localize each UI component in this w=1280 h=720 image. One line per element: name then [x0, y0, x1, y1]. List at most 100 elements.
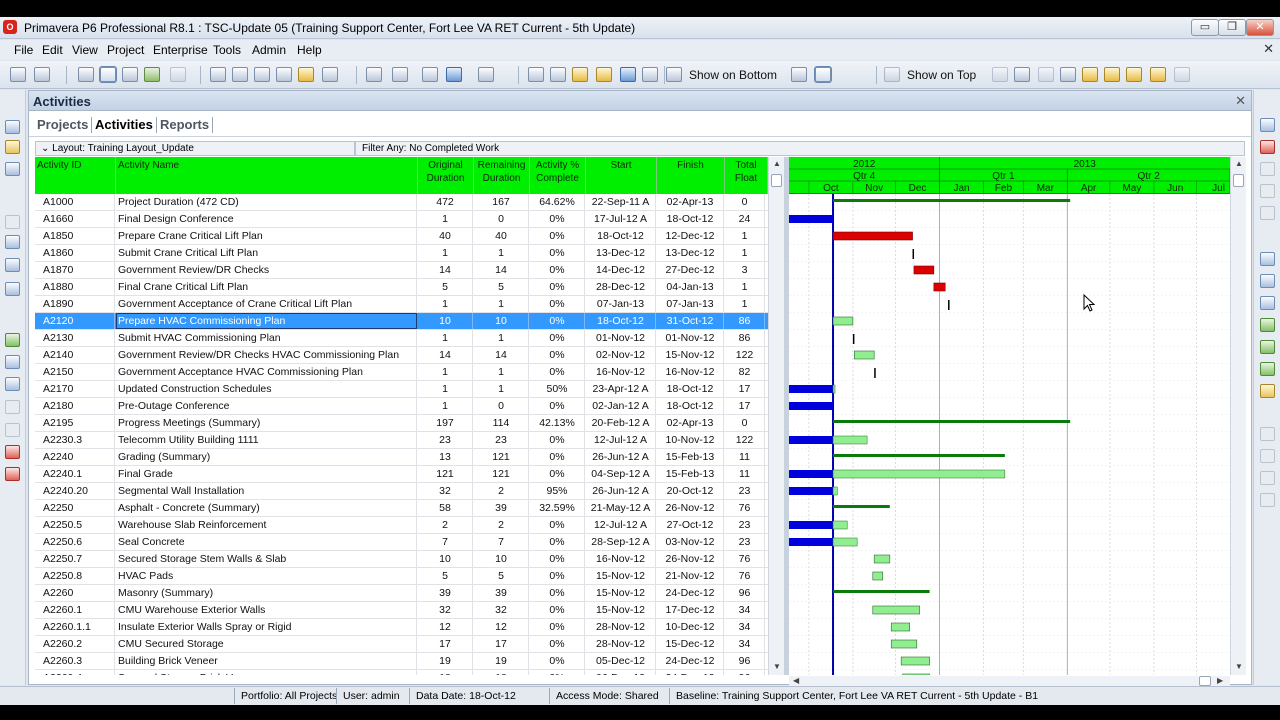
activity-name[interactable]: Telecomm Utility Building 1111 [116, 432, 417, 448]
original-duration[interactable]: 1 [418, 245, 473, 261]
start-date[interactable]: 22-Sep-11 A [586, 194, 656, 210]
remaining-duration[interactable]: 0 [474, 211, 529, 227]
col-finish[interactable]: Finish [657, 157, 725, 194]
total-float[interactable]: 24 [725, 211, 765, 227]
percent-complete[interactable]: 0% [530, 245, 585, 261]
scroll-thumb[interactable] [1199, 676, 1211, 686]
remaining-duration[interactable]: 121 [474, 466, 529, 482]
remaining-duration[interactable]: 121 [474, 449, 529, 465]
tracking-icon[interactable] [5, 215, 20, 229]
indent-icon[interactable] [1260, 471, 1275, 485]
table-view-icon[interactable] [78, 67, 94, 82]
assign-resource-icon[interactable] [1260, 252, 1275, 266]
total-float[interactable]: 76 [725, 568, 765, 584]
percent-complete[interactable]: 0% [530, 551, 585, 567]
group-sort-icon[interactable] [298, 67, 314, 82]
activity-id[interactable]: A2140 [35, 347, 115, 363]
remaining-duration[interactable]: 32 [474, 602, 529, 618]
finish-date[interactable]: 15-Feb-13 [657, 466, 724, 482]
finish-date[interactable]: 26-Nov-12 [657, 551, 724, 567]
table-row[interactable]: A2260.1 CMU Warehouse Exterior Walls 32 32 0… [35, 602, 768, 619]
start-date[interactable]: 18-Oct-12 [586, 313, 656, 329]
scroll-right-icon[interactable]: ▶ [1217, 676, 1223, 685]
tab-reports[interactable]: Reports [160, 117, 209, 132]
print-preview-icon[interactable] [34, 67, 50, 82]
percent-complete[interactable]: 0% [530, 670, 585, 675]
original-duration[interactable]: 121 [418, 466, 473, 482]
start-date[interactable]: 20-Feb-12 A [586, 415, 656, 431]
activity-id[interactable]: A2180 [35, 398, 115, 414]
column-options-icon[interactable] [392, 67, 408, 82]
finish-date[interactable]: 02-Apr-13 [657, 194, 724, 210]
percent-complete[interactable]: 0% [530, 466, 585, 482]
original-duration[interactable]: 7 [418, 534, 473, 550]
menu-admin[interactable]: Admin [252, 43, 286, 57]
activity-id[interactable]: A2260.1 [35, 602, 115, 618]
remaining-duration[interactable]: 114 [474, 415, 529, 431]
remaining-duration[interactable]: 18 [474, 670, 529, 675]
original-duration[interactable]: 14 [418, 347, 473, 363]
activity-name[interactable]: CMU Warehouse Exterior Walls [116, 602, 417, 618]
table-row[interactable]: A1860 Submit Crane Critical Lift Plan 1 1 0%… [35, 245, 768, 262]
scroll-thumb[interactable] [1233, 174, 1244, 187]
print-icon[interactable] [10, 67, 26, 82]
remaining-duration[interactable]: 1 [474, 364, 529, 380]
activity-name[interactable]: Seal Concrete [116, 534, 417, 550]
progress-spotlight-icon[interactable] [620, 67, 636, 82]
remaining-duration[interactable]: 17 [474, 636, 529, 652]
activities-icon[interactable] [5, 162, 20, 176]
finish-date[interactable]: 18-Oct-12 [657, 398, 724, 414]
thresholds-icon[interactable] [5, 333, 20, 347]
activity-id[interactable]: A1890 [35, 296, 115, 312]
remaining-duration[interactable]: 14 [474, 262, 529, 278]
finish-date[interactable]: 15-Nov-12 [657, 347, 724, 363]
assign-predecessor-icon[interactable] [1260, 318, 1275, 332]
percent-complete[interactable]: 0% [530, 602, 585, 618]
activity-id[interactable]: A2240.1 [35, 466, 115, 482]
table-row[interactable]: A2260.2 CMU Secured Storage 17 17 0% 28-Nov-1… [35, 636, 768, 653]
top-layout-icon[interactable] [1014, 67, 1030, 82]
table-row[interactable]: A2260.3 Building Brick Veneer 19 19 0% 05-Dec… [35, 653, 768, 670]
remaining-duration[interactable]: 5 [474, 568, 529, 584]
percent-complete[interactable]: 0% [530, 585, 585, 601]
activity-name[interactable]: Final Grade [116, 466, 417, 482]
total-float[interactable]: 34 [725, 636, 765, 652]
percent-complete[interactable]: 0% [530, 211, 585, 227]
start-date[interactable]: 05-Dec-12 [586, 653, 656, 669]
percent-complete[interactable]: 0% [530, 619, 585, 635]
total-float[interactable]: 11 [725, 449, 765, 465]
percent-complete[interactable]: 0% [530, 296, 585, 312]
activity-name[interactable]: Prepare Crane Critical Lift Plan [116, 228, 417, 244]
total-float[interactable]: 1 [725, 228, 765, 244]
activity-name[interactable]: Submit Crane Critical Lift Plan [116, 245, 417, 261]
menu-edit[interactable]: Edit [42, 43, 63, 57]
table-row[interactable]: A2250 Asphalt - Concrete (Summary) 58 39 32.… [35, 500, 768, 517]
start-date[interactable]: 28-Nov-12 [586, 636, 656, 652]
schedule-icon[interactable] [550, 67, 566, 82]
scroll-down-icon[interactable]: ▼ [773, 662, 781, 671]
table-row[interactable]: A2240 Grading (Summary) 13 121 0% 26-Jun-12 A… [35, 449, 768, 466]
table-row[interactable]: A1890 Government Acceptance of Crane Crit… [35, 296, 768, 313]
original-duration[interactable]: 2 [418, 517, 473, 533]
risks-icon[interactable] [5, 377, 20, 391]
start-date[interactable]: 15-Nov-12 [586, 602, 656, 618]
remaining-duration[interactable]: 167 [474, 194, 529, 210]
col-activity-name[interactable]: Activity Name [116, 157, 418, 194]
activity-name[interactable]: Government Review/DR Checks HVAC Commiss… [116, 347, 417, 363]
filter-label[interactable]: Filter Any: No Completed Work [355, 141, 1245, 156]
finish-date[interactable]: 10-Dec-12 [657, 619, 724, 635]
table-row[interactable]: A2130 Submit HVAC Commissioning Plan 1 1 0% 0… [35, 330, 768, 347]
percent-complete[interactable]: 0% [530, 279, 585, 295]
activity-network-icon[interactable] [144, 67, 160, 82]
table-row[interactable]: A2250.5 Warehouse Slab Reinforcement 2 2 0% 1… [35, 517, 768, 534]
table-row[interactable]: A2195 Progress Meetings (Summary) 197 114 42… [35, 415, 768, 432]
original-duration[interactable]: 1 [418, 364, 473, 380]
percent-complete[interactable]: 95% [530, 483, 585, 499]
col-start[interactable]: Start [586, 157, 657, 194]
table-row[interactable]: A2150 Government Acceptance HVAC Commissi… [35, 364, 768, 381]
activity-id[interactable]: A2250.5 [35, 517, 115, 533]
activity-name[interactable]: Government Review/DR Checks [116, 262, 417, 278]
finish-date[interactable]: 26-Nov-12 [657, 500, 724, 516]
finish-date[interactable]: 27-Oct-12 [657, 517, 724, 533]
finish-date[interactable]: 24-Dec-12 [657, 670, 724, 675]
